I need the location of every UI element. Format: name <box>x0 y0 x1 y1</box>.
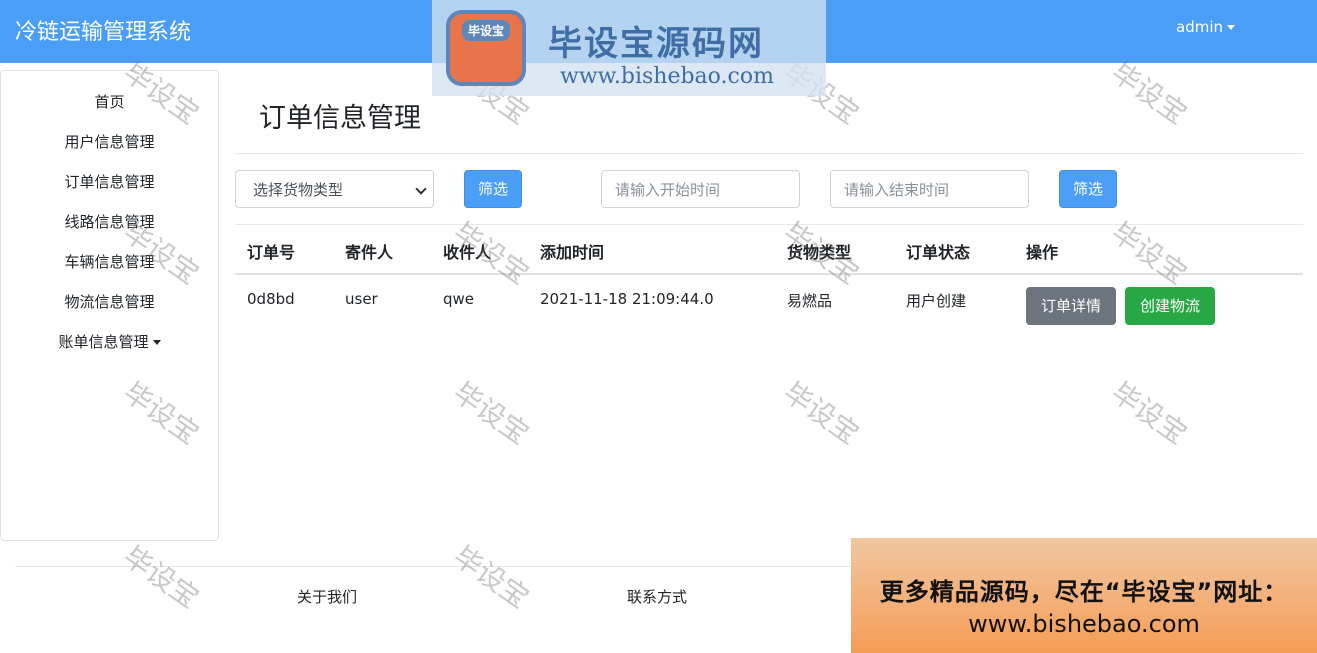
footer-contact-link[interactable]: 联系方式 <box>627 586 687 607</box>
column-header-actions: 操作 <box>1026 243 1059 262</box>
sidebar-item-bills[interactable]: 账单信息管理 <box>1 331 218 352</box>
filter-time-button[interactable]: 筛选 <box>1059 170 1117 208</box>
cell-order-id: 0d8bd <box>247 290 295 308</box>
watermark-text: 毕设宝 <box>117 539 206 615</box>
cargo-type-select[interactable]: 选择货物类型 <box>235 170 434 208</box>
sidebar: 首页 用户信息管理 订单信息管理 线路信息管理 车辆信息管理 物流信息管理 账单… <box>0 70 219 541</box>
user-menu-dropdown[interactable]: admin <box>1176 18 1235 36</box>
logo-url: www.bishebao.com <box>560 64 774 89</box>
user-menu-label: admin <box>1176 18 1223 36</box>
cell-added-time: 2021-11-18 21:09:44.0 <box>540 290 714 308</box>
logo-icon: 毕设宝 <box>446 10 526 86</box>
sidebar-item-home[interactable]: 首页 <box>1 91 218 112</box>
logo-mark-text: 毕设宝 <box>462 20 510 41</box>
caret-down-icon <box>152 340 161 345</box>
order-detail-button[interactable]: 订单详情 <box>1026 287 1116 325</box>
column-header-receiver: 收件人 <box>443 243 492 262</box>
start-time-input[interactable]: 请输入开始时间 <box>601 170 800 208</box>
watermark-text: 毕设宝 <box>1105 55 1194 131</box>
promo-banner-text: 更多精品源码，尽在“毕设宝”网址： <box>879 578 1289 606</box>
column-header-status: 订单状态 <box>906 243 971 262</box>
cell-sender: user <box>345 290 378 308</box>
sidebar-item-orders[interactable]: 订单信息管理 <box>1 171 218 192</box>
watermark-text: 毕设宝 <box>1105 375 1194 451</box>
promo-banner: 更多精品源码，尽在“毕设宝”网址： www.bishebao.com <box>851 538 1317 653</box>
sidebar-item-bills-label: 账单信息管理 <box>58 333 149 351</box>
table-top-border <box>235 224 1303 225</box>
watermark-text: 毕设宝 <box>777 375 866 451</box>
page-title: 订单信息管理 <box>259 103 421 134</box>
cell-status: 用户创建 <box>906 292 967 310</box>
cell-receiver: qwe <box>443 290 475 308</box>
column-header-order-id: 订单号 <box>247 243 296 262</box>
create-logistics-button[interactable]: 创建物流 <box>1125 287 1215 325</box>
table-header-border <box>235 273 1303 275</box>
cell-cargo-type: 易燃品 <box>787 292 833 310</box>
column-header-sender: 寄件人 <box>345 243 394 262</box>
cargo-type-select-value: 选择货物类型 <box>253 181 344 199</box>
filter-cargo-button[interactable]: 筛选 <box>464 170 522 208</box>
title-divider <box>235 153 1303 154</box>
app-title[interactable]: 冷链运输管理系统 <box>15 14 191 46</box>
watermark-text: 毕设宝 <box>447 539 536 615</box>
promo-banner-url: www.bishebao.com <box>968 610 1200 638</box>
sidebar-item-routes[interactable]: 线路信息管理 <box>1 211 218 232</box>
sidebar-item-logistics[interactable]: 物流信息管理 <box>1 291 218 312</box>
end-time-input[interactable]: 请输入结束时间 <box>830 170 1029 208</box>
logo-title: 毕设宝源码网 <box>548 24 764 64</box>
caret-down-icon <box>1227 25 1235 30</box>
sidebar-item-vehicles[interactable]: 车辆信息管理 <box>1 251 218 272</box>
sidebar-item-users[interactable]: 用户信息管理 <box>1 131 218 152</box>
site-logo-banner: 毕设宝 毕设宝源码网 www.bishebao.com <box>432 0 826 96</box>
watermark-text: 毕设宝 <box>447 375 536 451</box>
column-header-cargo-type: 货物类型 <box>787 243 852 262</box>
footer-about-link[interactable]: 关于我们 <box>297 586 357 607</box>
column-header-added-time: 添加时间 <box>540 243 605 262</box>
chevron-down-icon <box>415 183 427 195</box>
